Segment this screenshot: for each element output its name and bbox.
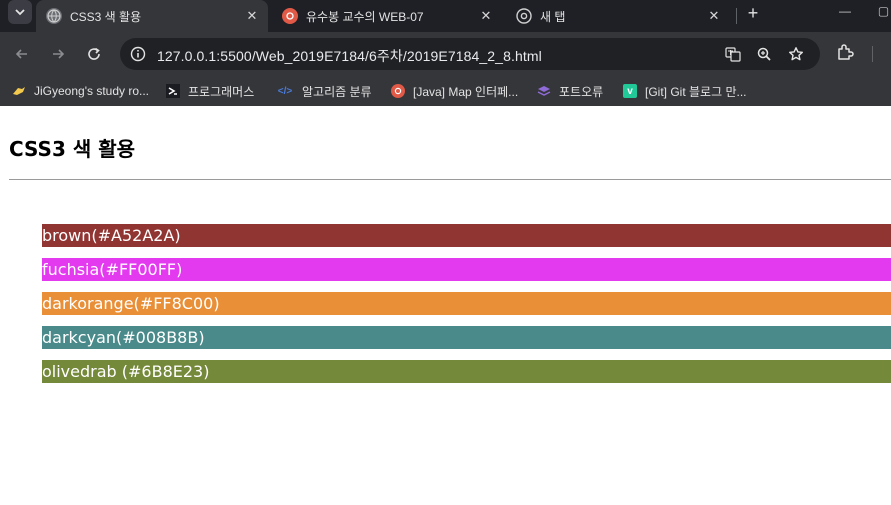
globe-icon [46,8,62,24]
color-bar-brown: brown(#A52A2A) [42,224,891,247]
color-bar-darkcyan: darkcyan(#008B8B) [42,326,891,349]
stack-icon [537,84,551,98]
extensions-icon[interactable] [835,42,855,62]
forward-button[interactable] [46,42,70,66]
new-tab-button[interactable]: + [742,2,764,24]
bookmarks-bar: JiGyeong's study ro... 프로그래머스 </> 알고리즘 분… [0,76,891,106]
tab-web07[interactable]: 유수봉 교수의 WEB-07 ✕ [272,0,502,32]
bookmark-label: [Git] Git 블로그 만... [645,84,747,99]
bookmark-item[interactable]: v [Git] Git 블로그 만... [623,81,747,101]
code-icon: </> [277,85,293,97]
bookmark-item[interactable]: 프로그래머스 [166,81,254,101]
info-icon[interactable] [130,46,146,62]
tab-title: CSS3 색 활용 [70,9,142,24]
tab-newtab[interactable]: 새 탭 ✕ [506,0,730,32]
page-title: CSS3 색 활용 [9,137,136,161]
color-bar-fuchsia: fuchsia(#FF00FF) [42,258,891,281]
bird-icon [12,84,26,98]
color-bar-olivedrab: olivedrab (#6B8E23) [42,360,891,383]
bookmark-item[interactable]: [Java] Map 인터페... [391,81,518,101]
reload-icon [88,47,100,60]
close-icon[interactable]: ✕ [706,8,722,24]
bookmark-item[interactable]: 포트오류 [537,81,603,101]
page-content: CSS3 색 활용 brown(#A52A2A) fuchsia(#FF00FF… [0,106,891,505]
tab-css3[interactable]: CSS3 색 활용 ✕ [36,0,268,32]
tab-strip: CSS3 색 활용 ✕ 유수봉 교수의 WEB-07 ✕ 새 탭 ✕ + — ▢ [0,0,891,32]
tab-title: 유수봉 교수의 WEB-07 [306,9,424,24]
zoom-icon[interactable] [755,45,773,63]
app-icon [391,84,405,98]
close-icon[interactable]: ✕ [244,8,260,24]
tab-divider [736,8,737,24]
color-bar-darkorange: darkorange(#FF8C00) [42,292,891,315]
programmers-icon [166,84,180,98]
arrow-right-icon [53,49,65,59]
toolbar-divider [872,46,873,62]
minimize-icon[interactable]: — [834,0,856,22]
horizontal-rule [9,179,891,180]
chevron-down-icon [15,9,25,16]
color-list: brown(#A52A2A) fuchsia(#FF00FF) darkoran… [42,224,891,394]
bookmark-label: 프로그래머스 [188,84,255,99]
address-bar[interactable]: 127.0.0.1:5500/Web_2019E7184/6주차/2019E71… [120,38,820,70]
toolbar: 127.0.0.1:5500/Web_2019E7184/6주차/2019E71… [0,32,891,76]
arrow-left-icon [15,49,27,59]
velog-icon: v [623,84,637,98]
reload-button[interactable] [82,42,106,66]
bookmark-item[interactable]: </> 알고리즘 분류 [276,81,372,101]
bookmark-label: 포트오류 [559,84,604,99]
bookmark-label: 알고리즘 분류 [302,84,372,99]
app-icon [282,8,298,24]
bookmark-label: JiGyeong's study ro... [34,84,150,98]
bookmark-label: [Java] Map 인터페... [413,84,519,99]
tab-search-button[interactable] [8,0,32,24]
back-button[interactable] [10,42,34,66]
chrome-icon [516,8,532,24]
bookmark-item[interactable]: JiGyeong's study ro... [12,81,149,101]
maximize-icon[interactable]: ▢ [876,0,891,22]
bookmark-star-icon[interactable] [787,45,805,63]
close-icon[interactable]: ✕ [478,8,494,24]
url-text[interactable]: 127.0.0.1:5500/Web_2019E7184/6주차/2019E71… [157,46,542,66]
tab-title: 새 탭 [540,9,566,24]
translate-icon[interactable] [724,45,742,63]
